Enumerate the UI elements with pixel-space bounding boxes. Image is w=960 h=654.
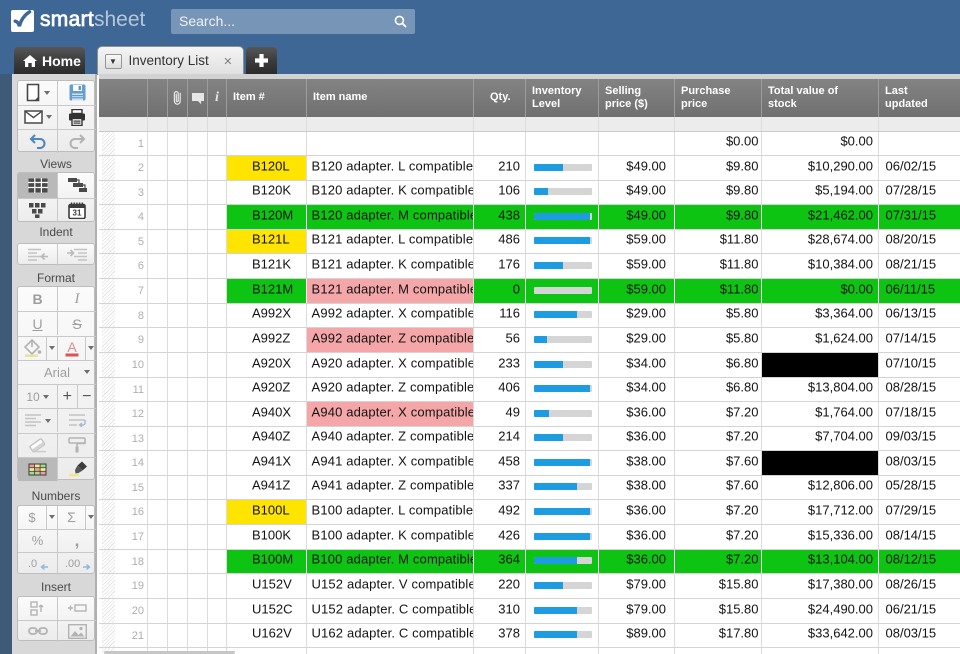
svg-text:A: A — [67, 339, 77, 355]
svg-text:.0: .0 — [28, 558, 37, 570]
svg-text:.00: .00 — [65, 558, 80, 570]
svg-text:31: 31 — [73, 209, 82, 218]
